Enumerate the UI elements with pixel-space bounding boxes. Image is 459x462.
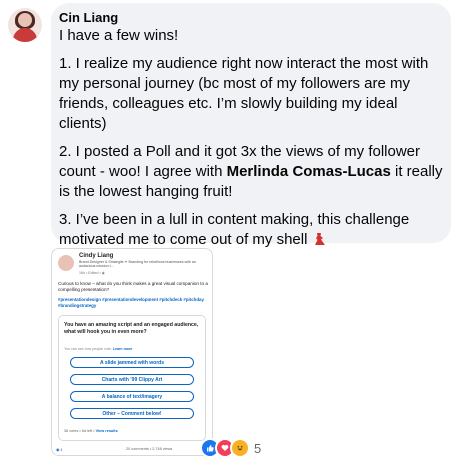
comment-point-3-body: 3. I’ve been in a lull in content making… [59, 211, 410, 248]
mention-link[interactable]: Merlinda Comas-Lucas [227, 163, 391, 180]
attachment-avatar [58, 255, 74, 271]
poll-card: You have an amazing script and an engage… [58, 315, 206, 441]
attachment-likes: 4 [60, 448, 63, 452]
avatar-body [13, 28, 37, 42]
reaction-count: 5 [254, 440, 262, 456]
comment-bubble: Cin Liang I have a few wins! 1. I realiz… [51, 3, 451, 248]
view-results-link: View results [95, 429, 118, 433]
attachment-hashtags: #presentationdesign #presentationdevelop… [58, 297, 204, 308]
poll-question: You have an amazing script and an engage… [64, 322, 199, 335]
comment-point-2-text: 2. I posted a Poll and it got 3x the vie… [59, 142, 443, 202]
poll-option: A slide jammed with words [70, 357, 194, 368]
comment-point-1: 1. I realize my audience right now inter… [59, 54, 443, 134]
learn-more-link: Learn more [112, 347, 133, 351]
attachment-author: Cindy Liang [79, 253, 114, 259]
comment-intro: I have a few wins! [59, 27, 179, 44]
avatar-face [18, 13, 32, 27]
avatar[interactable] [8, 8, 42, 42]
thumbs-up-icon [207, 445, 214, 452]
attachment-meta: 16h • Edited • ◉ [79, 271, 105, 275]
attachment-subtitle: Brand Designer & Strategist ✦ Branding f… [79, 260, 196, 269]
laughing-face-icon [237, 446, 243, 451]
poll-hint: You can see how people vote. Learn more [64, 347, 132, 351]
poll-option: Other – Comment below! [70, 408, 194, 419]
attachment-image[interactable]: Cindy Liang Brand Designer & Strategist … [51, 248, 213, 456]
poll-footer: 36 votes • 6d left • View results [64, 429, 118, 433]
attachment-question: Curious to know – what do you think make… [58, 281, 208, 292]
comment-point-2: 2. I posted a Poll and it got 3x the vie… [59, 142, 443, 202]
haha-icon [230, 438, 250, 458]
comment-author[interactable]: Cin Liang [59, 9, 443, 26]
heart-icon [221, 445, 229, 451]
comment-point-3: 3. I’ve been in a lull in content making… [59, 210, 443, 250]
poll-votes: 36 votes • 6d left • [64, 429, 95, 433]
comment-point-3-text: 3. I’ve been in a lull in content making… [59, 210, 443, 250]
dress-icon [314, 233, 325, 245]
attachment-stats: ◉ 4 20 comments • 2,748 views [56, 447, 210, 452]
poll-option: Charts with ’99 Clippy Art [70, 374, 194, 385]
reactions[interactable]: 5 [200, 438, 261, 458]
poll-hint-text: You can see how people vote. [64, 347, 112, 351]
poll-option: A balance of text/imagery [70, 391, 194, 402]
comment-point-1-text: 1. I realize my audience right now inter… [59, 55, 429, 132]
attachment-like-icon: ◉ [56, 448, 60, 452]
attachment-views: 20 comments • 2,748 views [126, 447, 173, 451]
